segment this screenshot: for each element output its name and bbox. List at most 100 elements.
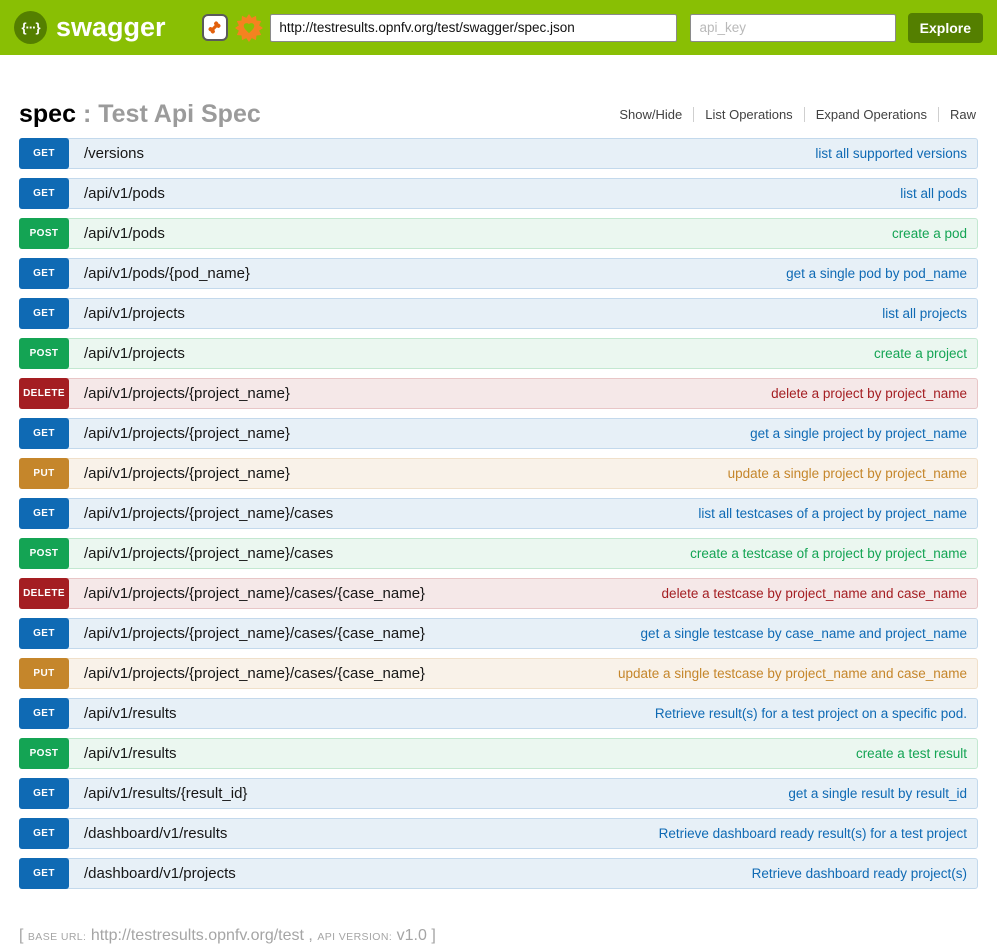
header-bar: {···} swagger Explore	[0, 0, 997, 55]
operation-summary[interactable]: delete a testcase by project_name and ca…	[662, 586, 967, 601]
endpoint-path[interactable]: /api/v1/results	[84, 705, 177, 722]
operation-row[interactable]: POST /api/v1/results create a test resul…	[19, 738, 978, 769]
endpoint-path[interactable]: /versions	[84, 145, 144, 162]
operation-row[interactable]: GET /api/v1/results Retrieve result(s) f…	[19, 698, 978, 729]
operation-summary[interactable]: get a single result by result_id	[788, 786, 967, 801]
operation-summary[interactable]: create a project	[874, 346, 967, 361]
endpoint-path[interactable]: /api/v1/results/{result_id}	[84, 785, 247, 802]
method-badge: GET	[19, 298, 69, 329]
page-title: spec : Test Api Spec	[19, 100, 261, 129]
endpoint-path[interactable]: /api/v1/pods/{pod_name}	[84, 265, 250, 282]
operation-summary[interactable]: create a test result	[856, 746, 967, 761]
endpoint-path[interactable]: /api/v1/results	[84, 745, 177, 762]
method-badge: GET	[19, 178, 69, 209]
options-nav: Show/HideList OperationsExpand Operation…	[608, 107, 978, 122]
operation-row[interactable]: POST /api/v1/projects create a project	[19, 338, 978, 369]
base-url-value: http://testresults.opnfv.org/test	[91, 927, 304, 944]
method-badge: DELETE	[19, 578, 69, 609]
operation-summary[interactable]: list all testcases of a project by proje…	[698, 506, 967, 521]
operation-row[interactable]: DELETE /api/v1/projects/{project_name} d…	[19, 378, 978, 409]
method-badge: GET	[19, 498, 69, 529]
method-badge: POST	[19, 338, 69, 369]
operation-summary[interactable]: list all projects	[882, 306, 967, 321]
method-badge: GET	[19, 418, 69, 449]
api-description: Test Api Spec	[98, 100, 261, 128]
method-badge: GET	[19, 818, 69, 849]
operation-row[interactable]: GET /api/v1/pods/{pod_name} get a single…	[19, 258, 978, 289]
method-badge: DELETE	[19, 378, 69, 409]
gear-heart-icon	[235, 14, 263, 42]
operation-summary[interactable]: get a single testcase by case_name and p…	[641, 626, 967, 641]
endpoint-path[interactable]: /dashboard/v1/projects	[84, 865, 236, 882]
api-key-input[interactable]	[690, 14, 895, 42]
nav-link-expand-operations[interactable]: Expand Operations	[804, 107, 938, 122]
endpoint-path[interactable]: /api/v1/projects/{project_name}	[84, 385, 290, 402]
operation-summary[interactable]: Retrieve dashboard ready project(s)	[752, 866, 967, 881]
operations-list: GET /versions list all supported version…	[19, 138, 978, 889]
title-bar: spec : Test Api Spec Show/HideList Opera…	[19, 99, 978, 129]
bone-extension-button[interactable]	[202, 14, 229, 41]
nav-link-show-hide[interactable]: Show/Hide	[608, 107, 693, 122]
method-badge: GET	[19, 138, 69, 169]
swagger-logo[interactable]: {···} swagger	[14, 11, 166, 44]
operation-row[interactable]: GET /api/v1/results/{result_id} get a si…	[19, 778, 978, 809]
endpoint-path[interactable]: /api/v1/projects/{project_name}/cases/{c…	[84, 665, 425, 682]
operation-row[interactable]: GET /dashboard/v1/projects Retrieve dash…	[19, 858, 978, 889]
operation-summary[interactable]: Retrieve result(s) for a test project on…	[655, 706, 967, 721]
endpoint-path[interactable]: /api/v1/pods	[84, 185, 165, 202]
operation-summary[interactable]: create a pod	[892, 226, 967, 241]
operation-row[interactable]: GET /api/v1/projects/{project_name} get …	[19, 418, 978, 449]
operation-row[interactable]: GET /api/v1/projects/{project_name}/case…	[19, 498, 978, 529]
method-badge: GET	[19, 258, 69, 289]
operation-summary[interactable]: get a single project by project_name	[750, 426, 967, 441]
operation-row[interactable]: PUT /api/v1/projects/{project_name} upda…	[19, 458, 978, 489]
operation-summary[interactable]: list all pods	[900, 186, 967, 201]
endpoint-path[interactable]: /api/v1/projects/{project_name}	[84, 465, 290, 482]
method-badge: POST	[19, 738, 69, 769]
operation-row[interactable]: GET /dashboard/v1/results Retrieve dashb…	[19, 818, 978, 849]
endpoint-path[interactable]: /api/v1/pods	[84, 225, 165, 242]
footer-bracket-close: ]	[431, 927, 435, 944]
api-version-value: v1.0	[397, 927, 427, 944]
endpoint-path[interactable]: /api/v1/projects/{project_name}/cases	[84, 505, 333, 522]
endpoint-path[interactable]: /api/v1/projects/{project_name}/cases/{c…	[84, 585, 425, 602]
operation-row[interactable]: GET /versions list all supported version…	[19, 138, 978, 169]
operation-row[interactable]: DELETE /api/v1/projects/{project_name}/c…	[19, 578, 978, 609]
nav-link-raw[interactable]: Raw	[938, 107, 978, 122]
base-url-footer: [ base url: http://testresults.opnfv.org…	[19, 927, 978, 945]
nav-link-list-operations[interactable]: List Operations	[693, 107, 803, 122]
base-url-label: base url:	[28, 931, 86, 943]
operation-row[interactable]: GET /api/v1/pods list all pods	[19, 178, 978, 209]
gear-extension-button[interactable]	[235, 14, 263, 42]
operation-summary[interactable]: get a single pod by pod_name	[786, 266, 967, 281]
endpoint-path[interactable]: /api/v1/projects	[84, 305, 185, 322]
api-version-label: api version:	[317, 931, 392, 943]
title-separator: :	[83, 100, 91, 128]
endpoint-path[interactable]: /api/v1/projects/{project_name}/cases	[84, 545, 333, 562]
operation-summary[interactable]: update a single project by project_name	[728, 466, 967, 481]
swagger-brace-icon: {···}	[14, 11, 47, 44]
operation-summary[interactable]: update a single testcase by project_name…	[618, 666, 967, 681]
method-badge: PUT	[19, 458, 69, 489]
endpoint-path[interactable]: /api/v1/projects/{project_name}/cases/{c…	[84, 625, 425, 642]
operation-row[interactable]: POST /api/v1/pods create a pod	[19, 218, 978, 249]
operation-summary[interactable]: Retrieve dashboard ready result(s) for a…	[659, 826, 967, 841]
operation-summary[interactable]: create a testcase of a project by projec…	[690, 546, 967, 561]
operation-row[interactable]: GET /api/v1/projects/{project_name}/case…	[19, 618, 978, 649]
method-badge: GET	[19, 698, 69, 729]
footer-comma: ,	[308, 927, 312, 944]
operation-row[interactable]: PUT /api/v1/projects/{project_name}/case…	[19, 658, 978, 689]
operation-row[interactable]: GET /api/v1/projects list all projects	[19, 298, 978, 329]
endpoint-path[interactable]: /dashboard/v1/results	[84, 825, 227, 842]
bone-icon	[205, 18, 224, 37]
explore-button[interactable]: Explore	[908, 13, 983, 43]
spec-url-input[interactable]	[270, 14, 677, 42]
operation-summary[interactable]: list all supported versions	[815, 146, 967, 161]
endpoint-path[interactable]: /api/v1/projects/{project_name}	[84, 425, 290, 442]
endpoint-path[interactable]: /api/v1/projects	[84, 345, 185, 362]
resource-name: spec	[19, 100, 76, 128]
api-content: spec : Test Api Spec Show/HideList Opera…	[0, 99, 997, 945]
operation-row[interactable]: POST /api/v1/projects/{project_name}/cas…	[19, 538, 978, 569]
method-badge: GET	[19, 778, 69, 809]
operation-summary[interactable]: delete a project by project_name	[771, 386, 967, 401]
